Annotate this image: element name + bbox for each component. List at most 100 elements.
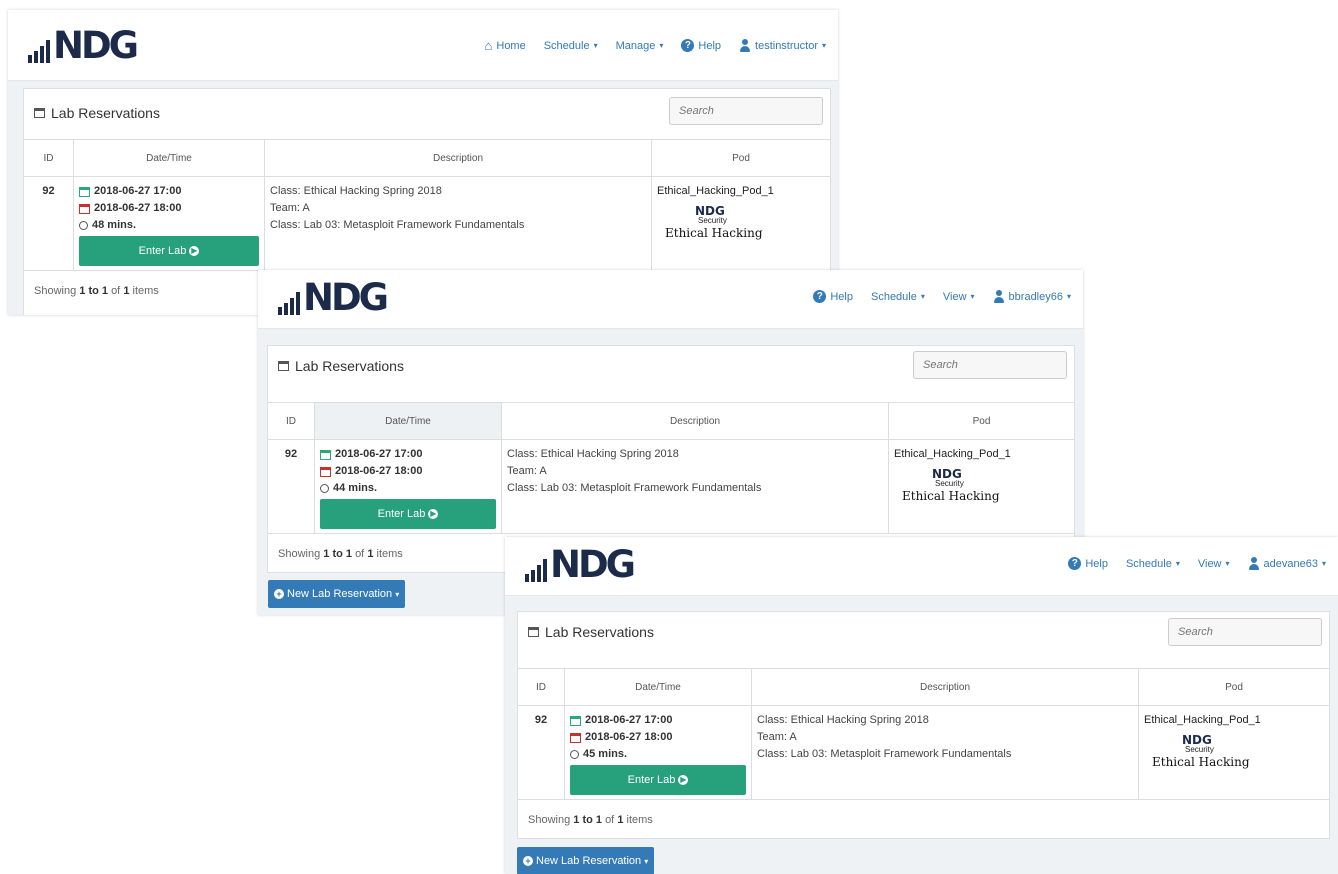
cell-datetime: 2018-06-27 17:00 2018-06-27 18:00 48 min… bbox=[73, 176, 265, 270]
enter-lab-button[interactable]: Enter Lab ▶ bbox=[570, 765, 746, 795]
description-lab: Class: Lab 03: Metasploit Framework Fund… bbox=[757, 748, 1012, 760]
logo-text: NDG bbox=[53, 24, 139, 67]
pagination-suffix: items bbox=[626, 814, 653, 826]
new-lab-reservation-button[interactable]: + New Lab Reservation ▾ bbox=[268, 580, 406, 608]
column-header-pod[interactable]: Pod bbox=[888, 402, 1074, 440]
reservations-table: ID Date/Time Description Pod 92 2018-06-… bbox=[268, 402, 1074, 533]
plus-circle-icon: + bbox=[523, 856, 533, 867]
nav-menu: ? Help Schedule ▾ View ▾ adevane63 ▾ bbox=[1068, 557, 1326, 570]
duration: 44 mins. bbox=[320, 480, 496, 497]
caret-down-icon: ▾ bbox=[920, 292, 925, 301]
logo-text: NDG bbox=[303, 276, 389, 319]
description-class: Class: Ethical Hacking Spring 2018 bbox=[270, 185, 442, 197]
nav-user-menu[interactable]: testinstructor ▾ bbox=[739, 38, 826, 53]
nav-help[interactable]: ? Help bbox=[681, 38, 721, 53]
panel-title: Lab Reservations bbox=[278, 358, 404, 374]
nav-schedule[interactable]: Schedule ▾ bbox=[1126, 557, 1180, 570]
new-lab-reservation-button[interactable]: + New Lab Reservation ▾ bbox=[517, 847, 655, 874]
end-time-text: 2018-06-27 18:00 bbox=[335, 465, 423, 477]
caret-down-icon: ▾ bbox=[1066, 292, 1071, 301]
plus-circle-icon: + bbox=[274, 589, 284, 600]
panel-header: Lab Reservations bbox=[518, 612, 1329, 668]
nav-user-menu[interactable]: adevane63 ▾ bbox=[1248, 557, 1326, 570]
panel-title: Lab Reservations bbox=[528, 624, 654, 640]
pod-logo-security: Security bbox=[935, 479, 964, 488]
help-icon: ? bbox=[1068, 557, 1082, 570]
arrow-circle-right-icon: ▶ bbox=[678, 775, 689, 786]
panel-header: Lab Reservations bbox=[268, 346, 1074, 402]
pod-logo-course: Ethical Hacking bbox=[1152, 755, 1250, 769]
help-icon: ? bbox=[681, 39, 695, 52]
nav-user-label: adevane63 bbox=[1263, 557, 1318, 570]
pod-name: Ethical_Hacking_Pod_1 bbox=[894, 448, 1011, 460]
ndg-logo[interactable]: NDG bbox=[525, 543, 636, 586]
signal-bars-icon bbox=[525, 559, 547, 582]
pagination-suffix: items bbox=[132, 285, 159, 297]
nav-view[interactable]: View ▾ bbox=[1198, 557, 1230, 570]
reservations-table: ID Date/Time Description Pod 92 2018-06-… bbox=[518, 668, 1329, 799]
description-class: Class: Ethical Hacking Spring 2018 bbox=[757, 714, 929, 726]
enter-lab-button[interactable]: Enter Lab ▶ bbox=[79, 236, 259, 266]
panel-title-text: Lab Reservations bbox=[51, 105, 160, 121]
caret-down-icon: ▾ bbox=[644, 857, 649, 866]
column-header-datetime[interactable]: Date/Time bbox=[73, 139, 265, 177]
nav-help[interactable]: ? Help bbox=[1068, 557, 1108, 570]
caret-down-icon: ▾ bbox=[1321, 559, 1326, 568]
pagination-info: Showing 1 to 1 of 1 items bbox=[518, 799, 1329, 840]
column-header-pod[interactable]: Pod bbox=[651, 139, 830, 177]
duration-text: 48 mins. bbox=[92, 219, 137, 231]
navbar: NDG ⌂ Home Schedule ▾ Manage ▾ ? Help testin… bbox=[8, 10, 838, 81]
ndg-logo[interactable]: NDG bbox=[28, 24, 139, 67]
ndg-logo[interactable]: NDG bbox=[278, 276, 389, 319]
nav-view[interactable]: View ▾ bbox=[943, 290, 975, 303]
calendar-start-icon bbox=[570, 715, 581, 726]
column-header-id[interactable]: ID bbox=[268, 402, 315, 440]
window-adevane63: NDG ? Help Schedule ▾ View ▾ adevane63 ▾ Lab… bbox=[505, 537, 1338, 874]
nav-home[interactable]: ⌂ Home bbox=[485, 38, 526, 53]
calendar-icon bbox=[278, 361, 289, 371]
navbar: NDG ? Help Schedule ▾ View ▾ adevane63 ▾ bbox=[505, 537, 1338, 596]
search-input[interactable] bbox=[913, 351, 1067, 379]
column-header-description[interactable]: Description bbox=[501, 402, 889, 440]
column-header-description[interactable]: Description bbox=[751, 668, 1139, 706]
pagination-count: 1 bbox=[123, 285, 130, 297]
signal-bars-icon bbox=[28, 40, 50, 63]
end-time-text: 2018-06-27 18:00 bbox=[585, 731, 673, 743]
column-header-description[interactable]: Description bbox=[264, 139, 652, 177]
nav-schedule[interactable]: Schedule ▾ bbox=[871, 290, 925, 303]
column-header-pod[interactable]: Pod bbox=[1138, 668, 1329, 706]
nav-user-menu[interactable]: bbradley66 ▾ bbox=[993, 290, 1071, 303]
description-lab: Class: Lab 03: Metasploit Framework Fund… bbox=[507, 482, 762, 494]
column-header-datetime[interactable]: Date/Time bbox=[314, 402, 502, 440]
end-time: 2018-06-27 18:00 bbox=[79, 200, 259, 217]
table-header-row: ID Date/Time Description Pod bbox=[518, 668, 1329, 706]
nav-schedule[interactable]: Schedule ▾ bbox=[544, 38, 598, 53]
cell-description: Class: Ethical Hacking Spring 2018 Team:… bbox=[264, 176, 652, 270]
nav-help-label: Help bbox=[830, 290, 853, 303]
column-header-id[interactable]: ID bbox=[24, 139, 74, 177]
nav-view-label: View bbox=[942, 290, 967, 303]
search-input[interactable] bbox=[1168, 618, 1322, 646]
search-input[interactable] bbox=[669, 97, 823, 125]
end-time-text: 2018-06-27 18:00 bbox=[94, 202, 182, 214]
enter-lab-label: Enter Lab bbox=[627, 774, 676, 786]
nav-user-label: bbradley66 bbox=[1008, 290, 1063, 303]
user-icon bbox=[993, 290, 1005, 303]
cell-id: 92 bbox=[42, 185, 55, 197]
start-time-text: 2018-06-27 17:00 bbox=[94, 185, 182, 197]
caret-down-icon: ▾ bbox=[1175, 559, 1180, 568]
clock-icon bbox=[570, 750, 579, 759]
nav-help[interactable]: ? Help bbox=[813, 290, 853, 303]
calendar-end-icon bbox=[79, 203, 90, 214]
nav-manage[interactable]: Manage ▾ bbox=[616, 38, 664, 53]
calendar-end-icon bbox=[570, 732, 581, 743]
column-header-id[interactable]: ID bbox=[518, 668, 565, 706]
logo-text: NDG bbox=[550, 543, 636, 586]
calendar-icon bbox=[528, 627, 539, 637]
arrow-circle-right-icon: ▶ bbox=[428, 509, 439, 520]
start-time: 2018-06-27 17:00 bbox=[320, 446, 496, 463]
enter-lab-button[interactable]: Enter Lab ▶ bbox=[320, 499, 496, 529]
cell-description: Class: Ethical Hacking Spring 2018 Team:… bbox=[751, 705, 1139, 799]
column-header-datetime[interactable]: Date/Time bbox=[564, 668, 752, 706]
pagination-of: of bbox=[111, 285, 121, 297]
